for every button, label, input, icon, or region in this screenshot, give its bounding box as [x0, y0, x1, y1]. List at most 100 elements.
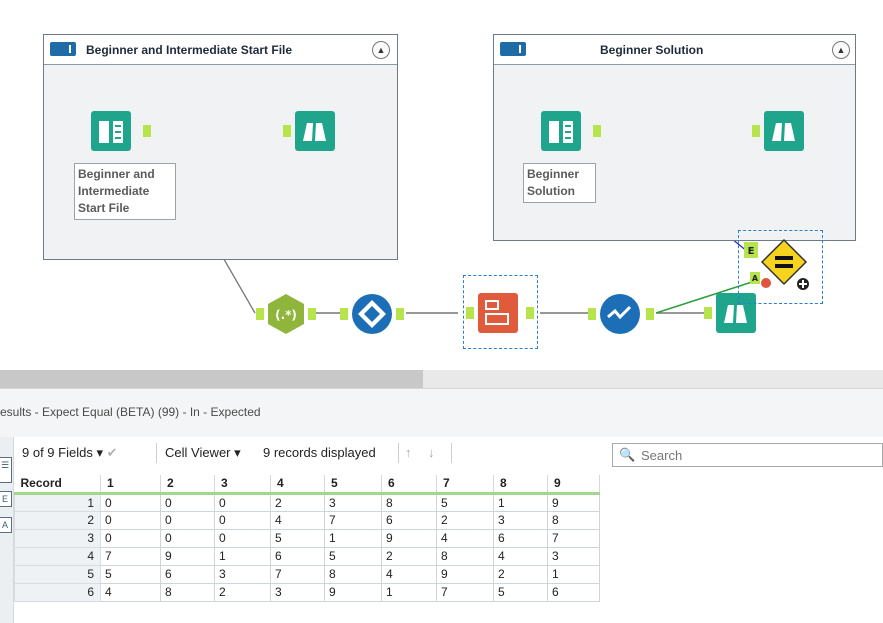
table-cell[interactable]: 9 — [381, 528, 437, 548]
table-row[interactable]: 2000476238 — [14, 510, 600, 530]
table-cell[interactable]: 0 — [214, 528, 271, 548]
table-cell[interactable]: 5 — [436, 492, 494, 512]
scrollbar-thumb[interactable] — [0, 370, 423, 388]
table-cell[interactable]: 8 — [547, 510, 600, 530]
container-header[interactable]: Beginner Solution ▲ — [494, 35, 855, 65]
table-cell[interactable]: 0 — [214, 492, 271, 512]
table-cell[interactable]: 7 — [547, 528, 600, 548]
table-cell[interactable]: 6 — [270, 546, 325, 566]
table-cell[interactable]: 5 — [100, 564, 161, 584]
collapse-button[interactable]: ▲ — [372, 41, 390, 59]
input-data-tool[interactable] — [541, 111, 603, 156]
table-cell[interactable]: 6 — [160, 564, 215, 584]
horizontal-scrollbar[interactable] — [0, 370, 883, 388]
table-cell[interactable]: 7 — [100, 546, 161, 566]
column-header[interactable]: 2 — [160, 475, 215, 495]
table-cell[interactable]: 4 — [100, 582, 161, 602]
table-cell[interactable]: 3 — [270, 582, 325, 602]
table-cell[interactable]: 2 — [493, 564, 548, 584]
scroll-down-arrow-icon[interactable]: ↓ — [428, 445, 435, 460]
table-cell[interactable]: 1 — [214, 546, 271, 566]
collapse-button[interactable]: ▲ — [832, 41, 850, 59]
table-cell[interactable]: 5 — [324, 546, 382, 566]
search-box[interactable]: 🔍 Search — [612, 443, 883, 467]
fields-dropdown[interactable]: 9 of 9 Fields ▾ ✔ — [22, 445, 117, 461]
workflow-canvas[interactable]: Beginner and Intermediate Start File ▲ B… — [0, 0, 883, 370]
e-anchor-icon[interactable]: E — [0, 491, 12, 507]
table-cell[interactable]: 9 — [324, 582, 382, 602]
anchor-a-label: A — [752, 274, 759, 283]
table-cell[interactable]: 7 — [324, 510, 382, 530]
a-anchor-icon[interactable]: A — [0, 517, 12, 533]
table-cell[interactable]: 5 — [493, 582, 548, 602]
table-cell[interactable]: 3 — [493, 510, 548, 530]
table-cell[interactable]: 5 — [270, 528, 325, 548]
table-cell[interactable]: 4 — [493, 546, 548, 566]
table-cell[interactable]: 0 — [160, 528, 215, 548]
table-cell[interactable]: 2 — [381, 546, 437, 566]
column-header[interactable]: Record — [14, 475, 101, 495]
formula-tool[interactable] — [466, 292, 538, 339]
regex-tool[interactable]: (.*) — [256, 293, 318, 340]
expect-equal-tool[interactable]: EA — [742, 238, 812, 297]
column-header[interactable]: 6 — [381, 475, 437, 495]
table-cell[interactable]: 2 — [270, 492, 325, 512]
table-cell[interactable]: 8 — [381, 492, 437, 512]
table-cell[interactable]: 9 — [160, 546, 215, 566]
start-file-label: Beginner and Intermediate Start File — [74, 163, 176, 220]
container-header[interactable]: Beginner and Intermediate Start File ▲ — [44, 35, 397, 65]
table-cell[interactable]: 0 — [214, 510, 271, 530]
select-tool[interactable] — [588, 293, 658, 340]
table-cell[interactable]: 1 — [324, 528, 382, 548]
table-cell[interactable]: 9 — [547, 492, 600, 512]
table-row[interactable]: 4791652843 — [14, 546, 600, 566]
column-header[interactable]: 8 — [493, 475, 548, 495]
record-number: 3 — [14, 528, 101, 548]
column-header[interactable]: 3 — [214, 475, 271, 495]
table-cell[interactable]: 3 — [324, 492, 382, 512]
browse-tool[interactable] — [752, 111, 804, 156]
table-cell[interactable]: 6 — [493, 528, 548, 548]
container-title: Beginner Solution — [600, 43, 704, 57]
column-header[interactable]: 4 — [270, 475, 325, 495]
table-cell[interactable]: 3 — [547, 546, 600, 566]
table-cell[interactable]: 8 — [436, 546, 494, 566]
scroll-up-arrow-icon[interactable]: ↑ — [405, 445, 412, 460]
table-cell[interactable]: 8 — [324, 564, 382, 584]
column-header[interactable]: 5 — [324, 475, 382, 495]
transpose-tool[interactable] — [340, 293, 406, 340]
table-cell[interactable]: 1 — [493, 492, 548, 512]
table-cell[interactable]: 0 — [160, 492, 215, 512]
container-icon — [500, 42, 526, 56]
input-data-tool[interactable] — [91, 111, 153, 156]
table-cell[interactable]: 0 — [100, 492, 161, 512]
column-header[interactable]: 7 — [436, 475, 494, 495]
cell-viewer-dropdown[interactable]: Cell Viewer ▾ — [165, 445, 241, 461]
table-cell[interactable]: 2 — [214, 582, 271, 602]
table-cell[interactable]: 0 — [100, 510, 161, 530]
table-cell[interactable]: 0 — [100, 528, 161, 548]
table-cell[interactable]: 6 — [381, 510, 437, 530]
table-row[interactable]: 5563784921 — [14, 564, 600, 584]
table-cell[interactable]: 3 — [214, 564, 271, 584]
table-header-row: Record 1 2 3 4 5 6 7 8 9 — [14, 475, 600, 495]
table-cell[interactable]: 4 — [381, 564, 437, 584]
table-cell[interactable]: 2 — [436, 510, 494, 530]
table-cell[interactable]: 4 — [270, 510, 325, 530]
column-header[interactable]: 1 — [100, 475, 161, 495]
table-row[interactable]: 3000519467 — [14, 528, 600, 548]
table-cell[interactable]: 1 — [381, 582, 437, 602]
table-cell[interactable]: 7 — [436, 582, 494, 602]
table-cell[interactable]: 7 — [270, 564, 325, 584]
column-header[interactable]: 9 — [547, 475, 600, 495]
table-row[interactable]: 1000238519 — [14, 492, 600, 512]
table-cell[interactable]: 4 — [436, 528, 494, 548]
table-cell[interactable]: 9 — [436, 564, 494, 584]
table-cell[interactable]: 1 — [547, 564, 600, 584]
table-cell[interactable]: 0 — [160, 510, 215, 530]
browse-tool[interactable] — [283, 111, 335, 156]
table-cell[interactable]: 6 — [547, 582, 600, 602]
table-cell[interactable]: 8 — [160, 582, 215, 602]
table-view-icon[interactable]: ☰ — [0, 457, 12, 483]
table-row[interactable]: 6482391756 — [14, 582, 600, 602]
